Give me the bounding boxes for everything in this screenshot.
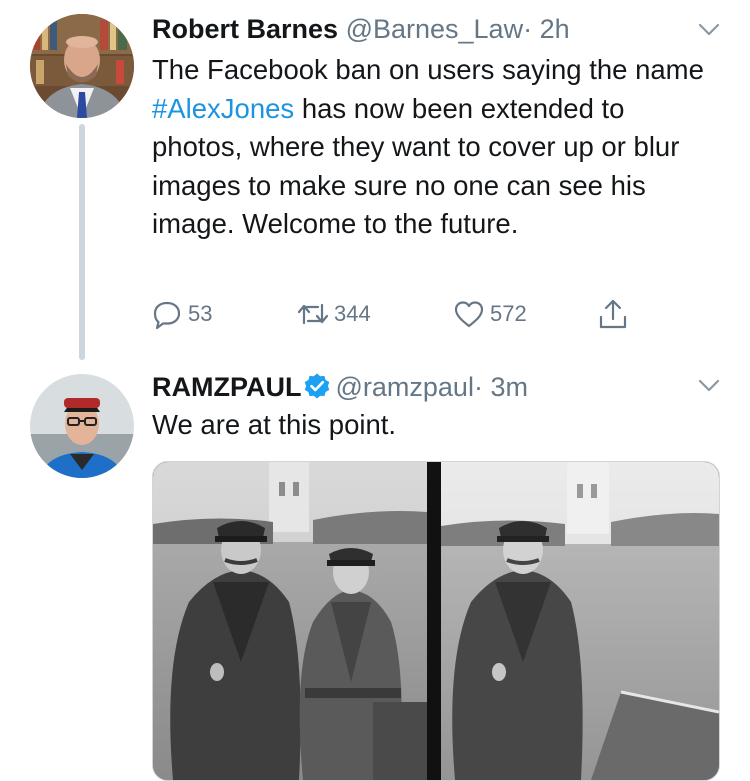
hashtag-link[interactable]: #AlexJones: [152, 93, 294, 124]
reply-count: 53: [188, 301, 213, 326]
separator-dot: ·: [523, 14, 533, 44]
share-button[interactable]: [596, 294, 630, 334]
tweet-text: We are at this point.: [152, 409, 397, 440]
thread-line: [79, 124, 85, 360]
reply-icon: [153, 301, 181, 330]
retweet-button[interactable]: 344: [296, 294, 371, 334]
display-name[interactable]: RAMZPAUL: [152, 372, 301, 402]
tweet-header: Robert Barnes @Barnes_Law· 2h: [152, 12, 570, 46]
like-button[interactable]: 572: [452, 294, 527, 334]
tweet-ramzpaul[interactable]: RAMZPAUL @ramzpaul· 3m We are at this po…: [0, 360, 750, 781]
avatar-robert-barnes[interactable]: [30, 14, 134, 118]
verified-badge-icon: [305, 373, 330, 399]
user-handle[interactable]: @ramzpaul: [335, 372, 473, 402]
photo-original-panel: [153, 462, 427, 780]
tweet-actions: 53 344 572: [150, 294, 650, 334]
timestamp[interactable]: 2h: [540, 14, 570, 44]
retweet-icon: [297, 303, 329, 325]
timestamp[interactable]: 3m: [490, 372, 528, 402]
separator-dot: ·: [473, 372, 483, 402]
tweet-header: RAMZPAUL @ramzpaul· 3m: [152, 370, 528, 404]
reply-button[interactable]: 53: [150, 294, 212, 334]
share-icon: [599, 299, 627, 329]
user-handle[interactable]: @Barnes_Law: [346, 14, 524, 44]
avatar-ramzpaul[interactable]: [30, 374, 134, 478]
like-count: 572: [490, 301, 527, 326]
caret-down-icon[interactable]: [696, 16, 722, 42]
display-name[interactable]: Robert Barnes: [152, 14, 338, 44]
tweet-text: The Facebook ban on users saying the nam…: [152, 51, 722, 244]
photo-edited-panel: [441, 462, 719, 780]
tweet-photo[interactable]: [152, 461, 720, 781]
tweet-text-part: The Facebook ban on users saying the nam…: [152, 54, 704, 85]
retweet-count: 344: [334, 301, 371, 326]
tweet-robert-barnes[interactable]: Robert Barnes @Barnes_Law· 2h The Facebo…: [0, 0, 750, 360]
caret-down-icon[interactable]: [696, 372, 722, 398]
like-icon: [454, 301, 484, 328]
